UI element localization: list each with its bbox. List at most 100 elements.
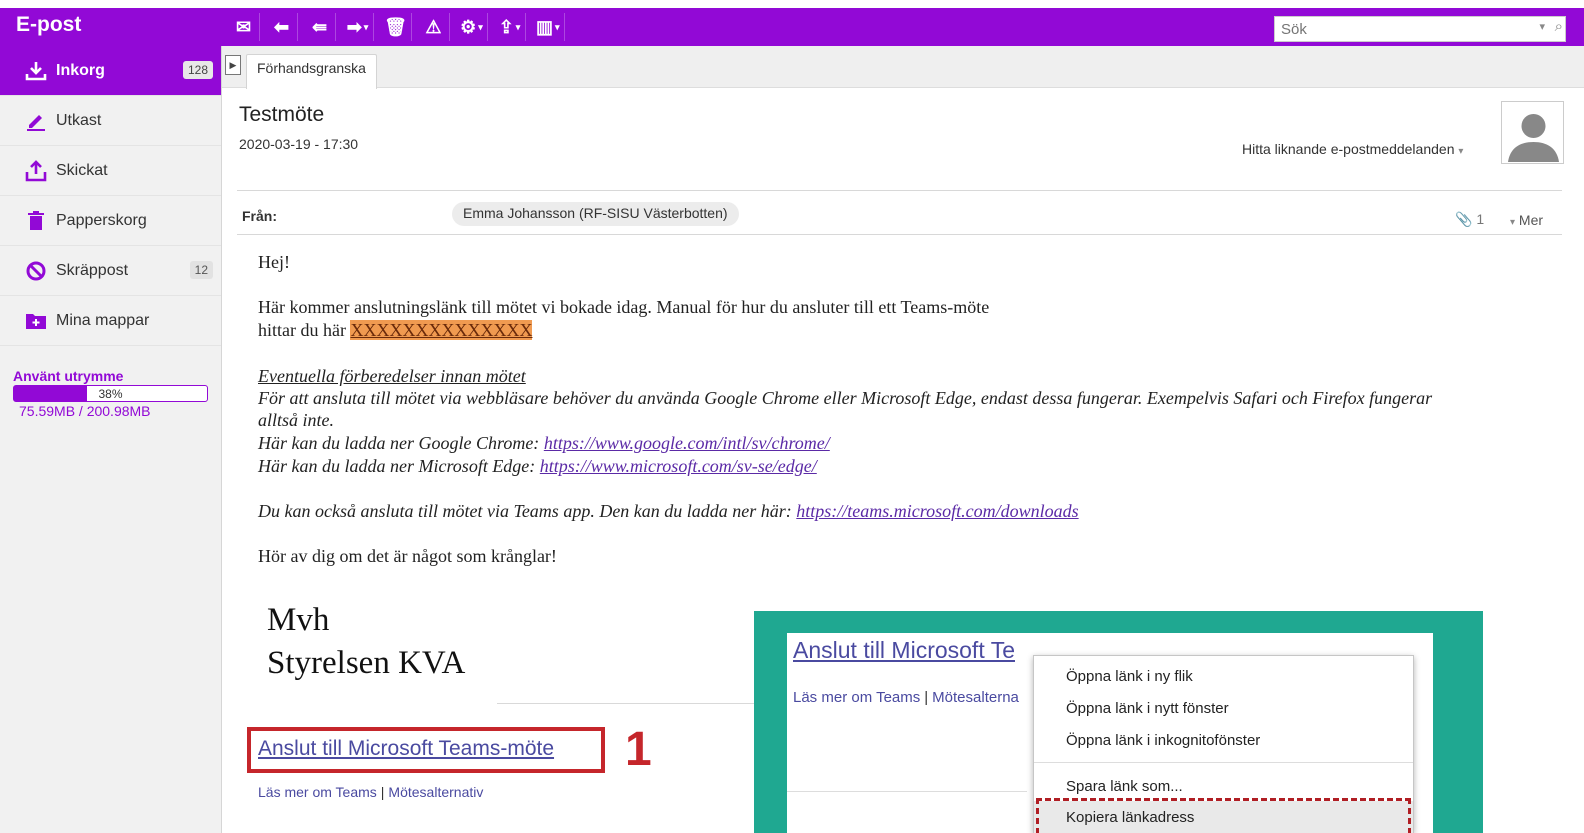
move-icon[interactable]: ⇪ ▾ (494, 13, 526, 41)
body-text: Du kan också ansluta till mötet via Team… (258, 501, 797, 521)
paperclip-icon: 📎 (1455, 211, 1473, 227)
sidebar-item-label: Papperskorg (56, 211, 147, 229)
forward-icon[interactable]: ➡ ▾ (342, 13, 374, 41)
prep-heading: Eventuella förberedelser innan mötet (258, 366, 526, 386)
tab-preview[interactable]: Förhandsgranska (246, 54, 377, 89)
storage-quota: Använt utrymme 38% 75.59MB / 200.98MB (13, 368, 208, 419)
quota-label: Använt utrymme (13, 368, 124, 384)
chevron-down-icon: ▾ (1458, 146, 1464, 157)
upload-icon (24, 159, 48, 183)
sidebar-item-label: Mina mappar (56, 311, 150, 329)
chrome-download-line: Här kan du ladda ner Google Chrome: http… (258, 433, 830, 454)
inbox-download-icon (24, 59, 48, 83)
find-similar-link[interactable]: Hitta liknande e-postmeddelanden ▾ (1242, 141, 1463, 157)
sidebar-item-label: Skräppost (56, 261, 129, 279)
tab-strip: ▶ Förhandsgranska (222, 46, 1584, 89)
join-teams-link[interactable]: Anslut till Microsoft Teams-möte (258, 737, 554, 761)
sidebar-item-label: Skickat (56, 161, 108, 179)
sidebar-item-inkorg[interactable]: Inkorg 128 (0, 46, 221, 96)
unread-count-badge: 128 (182, 61, 213, 79)
app-title: E-post (16, 13, 82, 36)
sidebar-item-mina-mappar[interactable]: Mina mappar (0, 296, 221, 346)
signature-greeting: Mvh (267, 602, 330, 638)
edge-download-line: Här kan du ladda ner Microsoft Edge: htt… (258, 456, 817, 477)
ctx-copy-link-address: Kopiera länkadress (1066, 809, 1195, 826)
from-label: Från: (242, 208, 277, 224)
body-closing: Hör av dig om det är något som krånglar! (258, 546, 557, 566)
person-icon (1502, 102, 1563, 163)
from-divider (237, 234, 1562, 235)
header-divider (237, 190, 1562, 191)
pencil-icon (24, 109, 48, 133)
new-mail-icon[interactable]: ✉ (228, 13, 260, 41)
inset-divider (787, 791, 1027, 792)
reply-icon[interactable]: ⬅ (266, 13, 298, 41)
more-button[interactable]: ▾ Mer (1510, 212, 1543, 228)
search-dropdown-icon[interactable]: ▾ (1539, 20, 1545, 33)
ctx-open-new-window: Öppna länk i nytt fönster (1066, 700, 1229, 717)
spam-count-badge: 12 (189, 261, 213, 279)
body-paragraph-1-line-2: hittar du här XXXXXXXXXXXXXX (258, 320, 533, 341)
more-label: Mer (1518, 212, 1544, 228)
message-subject: Testmöte (239, 103, 325, 126)
chevron-down-icon: ▾ (1510, 217, 1516, 228)
inset-learn-more: Läs mer om Teams (793, 689, 921, 706)
meeting-options-link[interactable]: Mötesalternativ (388, 784, 483, 800)
edge-link[interactable]: https://www.microsoft.com/sv-se/edge/ (540, 456, 817, 476)
step-number: 1 (625, 723, 652, 776)
body-paragraph-1: Här kommer anslutningslänk till mötet vi… (258, 297, 990, 317)
ctx-save-link: Spara länk som... (1066, 778, 1183, 795)
attachment-count: 1 (1476, 211, 1485, 227)
sidebar-item-papperskorg[interactable]: Papperskorg (0, 196, 221, 246)
sender-avatar (1501, 101, 1564, 164)
search-icon[interactable]: ⌕ (1555, 18, 1563, 35)
sidebar-item-utkast[interactable]: Utkast (0, 96, 221, 146)
search-input[interactable] (1275, 17, 1525, 41)
block-icon (24, 259, 48, 283)
sidebar-item-skickat[interactable]: Skickat (0, 146, 221, 196)
redacted-manual-link[interactable]: XXXXXXXXXXXXXX (350, 320, 533, 340)
body-text: Här kan du ladda ner Google Chrome: (258, 433, 544, 453)
search-box: ▾ ⌕ (1274, 16, 1566, 42)
top-bar: E-post ✉ ⬅ ⇚ ➡▾ 🗑 ⚠ ⚙▾ ⇪▾ ▥▾ ▾ ⌕ (0, 8, 1584, 46)
sidebar-item-label: Utkast (56, 111, 102, 129)
inset-footer-links: Läs mer om Teams | Mötesalterna (793, 689, 1019, 706)
sidebar-item-label: Inkorg (56, 61, 105, 79)
sidebar: Inkorg 128 Utkast Skickat Papperskorg Sk… (0, 46, 222, 833)
teams-footer-links: Läs mer om Teams | Mötesalternativ (258, 784, 483, 800)
signature-name: Styrelsen KVA (267, 645, 466, 681)
body-text: hittar du här (258, 320, 351, 340)
body-text: Här kan du ladda ner Microsoft Edge: (258, 456, 540, 476)
signature-divider (497, 703, 755, 704)
chrome-link[interactable]: https://www.google.com/intl/sv/chrome/ (544, 433, 830, 453)
delete-icon[interactable]: 🗑 (380, 13, 412, 41)
sidebar-item-skrappost[interactable]: Skräppost 12 (0, 246, 221, 296)
quota-percent: 38% (98, 387, 123, 401)
collapse-panel-icon[interactable]: ▶ (225, 55, 241, 75)
teams-download-link[interactable]: https://teams.microsoft.com/downloads (796, 501, 1078, 521)
inset-join-link: Anslut till Microsoft Te (793, 637, 1015, 663)
teams-download-line: Du kan också ansluta till mötet via Team… (258, 501, 1079, 522)
quota-bar: 38% (13, 385, 208, 402)
learn-more-link[interactable]: Läs mer om Teams (258, 784, 377, 800)
quota-usage: 75.59MB / 200.98MB (19, 403, 151, 419)
inset-meeting-options: Mötesalterna (932, 689, 1019, 706)
trash-icon (24, 209, 48, 233)
prep-line-2: alltså inte. (258, 410, 334, 430)
prep-line-1: För att ansluta till mötet via webbläsar… (258, 388, 1433, 408)
folder-add-icon (24, 309, 48, 333)
layout-icon[interactable]: ▥ ▾ (532, 13, 565, 41)
warning-icon[interactable]: ⚠ (418, 13, 450, 41)
ctx-open-new-tab: Öppna länk i ny flik (1066, 668, 1193, 685)
sender-chip[interactable]: Emma Johansson (RF-SISU Västerbotten) (452, 202, 739, 226)
mail-toolbar: ✉ ⬅ ⇚ ➡ ▾ 🗑 ⚠ ⚙ ▾ ⇪ ▾ ▥ ▾ (228, 13, 565, 41)
attachment-indicator[interactable]: 📎 1 (1455, 211, 1484, 228)
ctx-open-incognito: Öppna länk i inkognitofönster (1066, 732, 1261, 749)
reply-all-icon[interactable]: ⇚ (304, 13, 336, 41)
body-greeting: Hej! (258, 252, 290, 272)
message-date: 2020-03-19 - 17:30 (239, 136, 359, 152)
find-similar-label: Hitta liknande e-postmeddelanden (1242, 141, 1455, 157)
link-separator: | (924, 689, 929, 706)
link-separator: | (380, 784, 385, 800)
settings-icon[interactable]: ⚙ ▾ (456, 13, 488, 41)
